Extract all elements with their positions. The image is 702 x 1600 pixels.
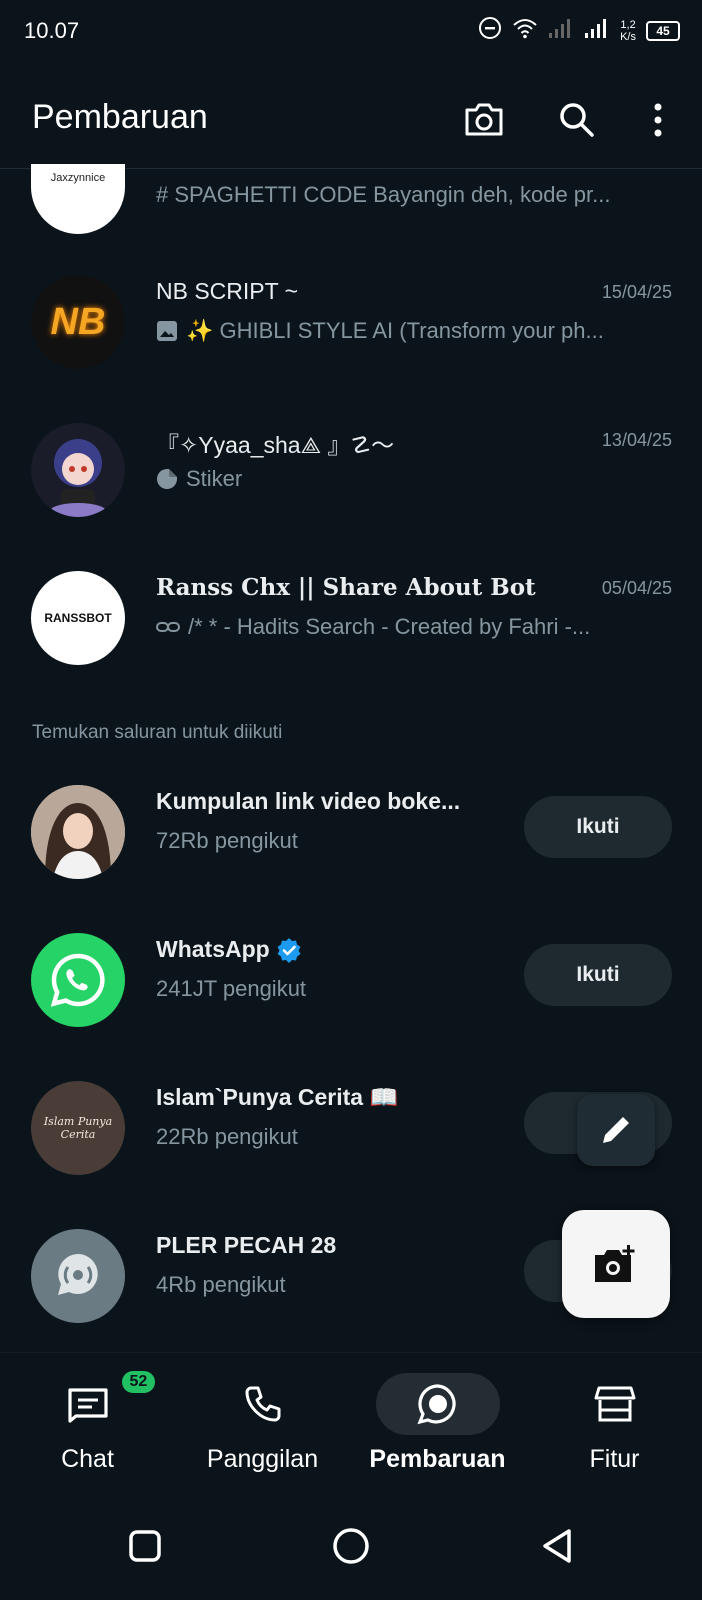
triangle-back-icon bbox=[543, 1529, 571, 1563]
chat-icon bbox=[67, 1388, 108, 1423]
signal-strong-icon bbox=[584, 18, 610, 43]
bottom-navigation: 52 Chat Panggilan Pembaruan Fitur bbox=[0, 1352, 702, 1483]
channel-title: Kumpulan link video boke... bbox=[156, 788, 461, 814]
nav-label-updates: Pembaruan bbox=[369, 1445, 506, 1473]
network-speed-value: 1,2 bbox=[620, 18, 636, 31]
avatar-text: Islam Punya Cerita bbox=[43, 1115, 113, 1141]
updates-icon bbox=[416, 1384, 456, 1425]
nav-label-calls: Panggilan bbox=[206, 1445, 319, 1473]
nav-icon-wrap bbox=[375, 1373, 500, 1435]
phone-icon bbox=[245, 1386, 280, 1422]
nav-item-updates[interactable]: Pembaruan bbox=[350, 1373, 525, 1473]
nav-icon-wrap bbox=[201, 1373, 325, 1435]
channel-date: 13/04/25 bbox=[601, 430, 672, 450]
follower-count-text: 241JT pengikut bbox=[156, 976, 307, 1001]
link-icon bbox=[156, 622, 180, 632]
avatar-text: Jaxzynnice bbox=[50, 172, 106, 184]
pencil-icon bbox=[603, 1114, 632, 1143]
nav-icon-wrap bbox=[553, 1373, 677, 1435]
status-bar: 10.07 1,2 K/s 45 bbox=[0, 0, 702, 64]
channel-preview: /* * - Hadits Search - Created by Fahri … bbox=[156, 614, 656, 640]
channel-avatar: RANSSBOT bbox=[31, 571, 125, 665]
network-speed-unit: K/s bbox=[620, 30, 636, 43]
channel-avatar bbox=[31, 423, 125, 517]
nav-icon-wrap: 52 bbox=[26, 1371, 156, 1435]
follower-count-text: 72Rb pengikut bbox=[156, 828, 298, 853]
channel-preview-text: ✨ GHIBLI STYLE AI (Transform your ph... bbox=[186, 318, 604, 343]
discover-row[interactable]: WhatsApp 241JT pengikut Ikuti bbox=[0, 914, 702, 1062]
channel-avatar bbox=[31, 785, 125, 879]
follow-button[interactable]: Ikuti bbox=[524, 944, 672, 1006]
channel-title-text: WhatsApp bbox=[156, 936, 270, 962]
system-navigation bbox=[0, 1490, 702, 1600]
status-icons: 1,2 K/s 45 bbox=[478, 16, 680, 45]
back-button[interactable] bbox=[537, 1526, 577, 1566]
channel-avatar bbox=[31, 933, 125, 1027]
channel-avatar: Islam Punya Cerita bbox=[31, 1081, 125, 1175]
channel-preview-text: /* * - Hadits Search - Created by Fahri … bbox=[188, 614, 591, 639]
square-icon bbox=[129, 1530, 161, 1562]
channel-title: Islam`Punya Cerita 📖 bbox=[156, 1084, 399, 1110]
camera-add-icon bbox=[595, 1245, 635, 1282]
nav-item-calls[interactable]: Panggilan bbox=[175, 1373, 350, 1473]
follower-count-text: 4Rb pengikut bbox=[156, 1272, 286, 1297]
network-speed: 1,2 K/s bbox=[620, 19, 636, 43]
unread-badge: 52 bbox=[121, 1371, 156, 1393]
store-icon bbox=[594, 1386, 635, 1422]
circle-icon bbox=[333, 1528, 369, 1564]
channel-row[interactable]: 『✧Yyaa_sha⟁ 』☡〜 13/04/25 Stiker bbox=[0, 396, 702, 544]
sticker-icon bbox=[157, 469, 177, 489]
channel-title: Ranss Chx || Share About Bot bbox=[156, 574, 536, 601]
channel-preview-text: Stiker bbox=[186, 466, 243, 491]
nav-label-chat: Chat bbox=[61, 1445, 114, 1473]
wifi-icon bbox=[512, 16, 538, 45]
whatsapp-logo-icon bbox=[50, 953, 105, 1007]
channel-preview: # SPAGHETTI CODE Bayangin deh, kode pr..… bbox=[156, 182, 656, 208]
new-text-status-button[interactable] bbox=[577, 1094, 655, 1166]
nav-item-chat[interactable]: 52 Chat bbox=[0, 1371, 175, 1473]
channel-row[interactable]: RANSSBOT Ranss Chx || Share About Bot 05… bbox=[0, 544, 702, 692]
verified-badge-icon bbox=[277, 937, 301, 963]
avatar-text: RANSSBOT bbox=[44, 611, 112, 625]
channel-title: PLER PECAH 28 bbox=[156, 1232, 337, 1258]
discover-row[interactable]: Kumpulan link video boke... 72Rb pengiku… bbox=[0, 766, 702, 914]
nav-label-tools: Fitur bbox=[589, 1445, 640, 1473]
channel-date: 15/04/25 bbox=[601, 282, 672, 302]
battery-icon: 45 bbox=[646, 20, 680, 41]
nav-item-tools[interactable]: Fitur bbox=[527, 1373, 702, 1473]
channel-preview-text: # SPAGHETTI CODE Bayangin deh, kode pr..… bbox=[156, 182, 611, 207]
avatar-text: NB bbox=[50, 300, 106, 343]
channel-title: NB SCRIPT ~ bbox=[156, 278, 299, 304]
dnd-icon bbox=[478, 16, 502, 45]
channel-title: 『✧Yyaa_sha⟁ 』☡〜 bbox=[156, 432, 395, 458]
recents-button[interactable] bbox=[125, 1526, 165, 1566]
follow-button[interactable]: Ikuti bbox=[524, 796, 672, 858]
home-button[interactable] bbox=[331, 1526, 371, 1566]
image-icon bbox=[157, 321, 177, 341]
channel-preview: Stiker bbox=[156, 466, 656, 492]
follower-count-text: 22Rb pengikut bbox=[156, 1124, 298, 1149]
channel-avatar: NB bbox=[31, 275, 125, 369]
channel-date: 05/04/25 bbox=[601, 578, 672, 598]
channel-avatar bbox=[31, 1229, 125, 1323]
channel-row[interactable]: NB NB SCRIPT ~ 15/04/25 ✨ GHIBLI STYLE A… bbox=[0, 248, 702, 396]
channel-avatar: Jaxzynnice bbox=[31, 164, 125, 234]
discover-section-label: Temukan saluran untuk diikuti bbox=[32, 722, 283, 743]
channel-placeholder-icon bbox=[58, 1254, 98, 1295]
channel-title: WhatsApp bbox=[156, 936, 302, 963]
channel-preview: ✨ GHIBLI STYLE AI (Transform your ph... bbox=[156, 318, 656, 344]
signal-weak-icon bbox=[548, 18, 574, 43]
status-time: 10.07 bbox=[24, 18, 80, 43]
channel-row[interactable]: Jaxzynnice # SPAGHETTI CODE Bayangin deh… bbox=[0, 112, 702, 234]
new-camera-status-button[interactable] bbox=[562, 1210, 670, 1318]
